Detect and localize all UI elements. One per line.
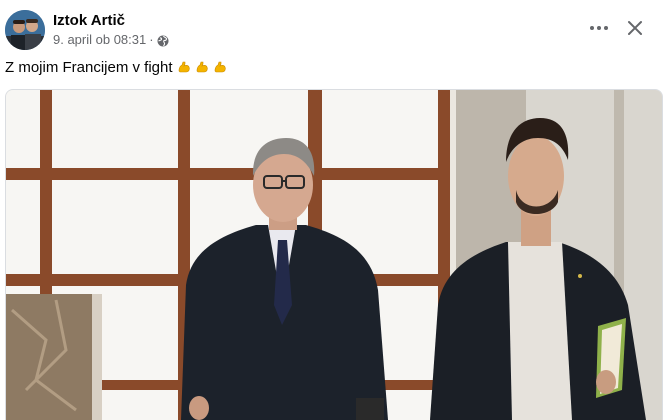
avatar[interactable] bbox=[5, 10, 45, 50]
post-card: Iztok Artič 9. april ob 08:31 · Z mojim … bbox=[0, 0, 665, 420]
meta-separator: · bbox=[149, 32, 154, 47]
close-icon bbox=[628, 21, 642, 35]
post-subline: 9. april ob 08:31 · bbox=[53, 31, 169, 49]
flexed-biceps-icon bbox=[196, 59, 209, 73]
caption-text: Z mojim Francijem v fight bbox=[5, 59, 173, 76]
flexed-biceps-icon bbox=[214, 59, 227, 73]
more-horizontal-icon bbox=[590, 26, 608, 30]
post-actions bbox=[583, 14, 649, 42]
flexed-biceps-icon bbox=[178, 59, 191, 73]
close-button[interactable] bbox=[621, 14, 649, 42]
more-options-button[interactable] bbox=[583, 14, 615, 42]
author-name[interactable]: Iztok Artič bbox=[53, 11, 169, 31]
post-photo[interactable] bbox=[5, 89, 663, 420]
post-header: Iztok Artič 9. april ob 08:31 · bbox=[5, 8, 169, 52]
post-timestamp[interactable]: 9. april ob 08:31 bbox=[53, 31, 146, 49]
post-caption: Z mojim Francijem v fight bbox=[5, 58, 227, 78]
post-meta: Iztok Artič 9. april ob 08:31 · bbox=[53, 11, 169, 49]
globe-icon[interactable] bbox=[157, 34, 169, 47]
